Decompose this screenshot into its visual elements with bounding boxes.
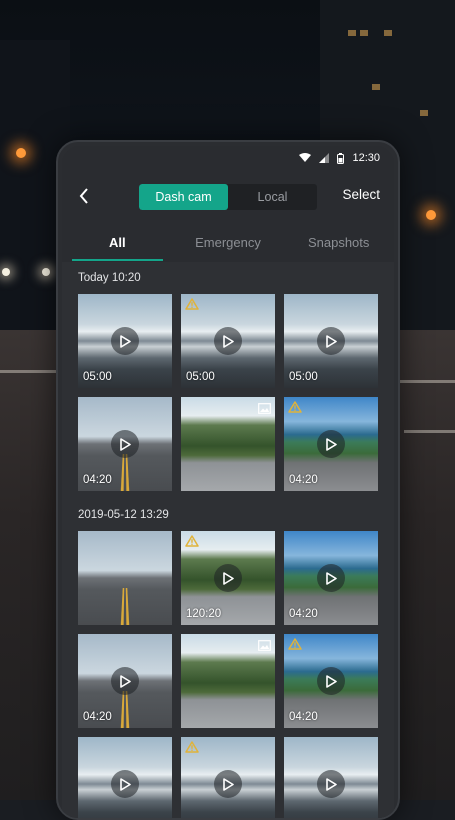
- video-duration: 05:00: [83, 371, 112, 383]
- group-date-header: Today 10:20: [78, 272, 141, 284]
- media-thumbnail[interactable]: [284, 737, 378, 818]
- filter-tabs: All Emergency Snapshots: [62, 222, 394, 262]
- warning-icon: [288, 400, 302, 418]
- media-thumbnail[interactable]: 04:20: [284, 397, 378, 491]
- play-icon[interactable]: [317, 667, 345, 695]
- media-thumbnail[interactable]: [181, 737, 275, 818]
- play-icon[interactable]: [214, 770, 242, 798]
- play-icon[interactable]: [111, 327, 139, 355]
- video-duration: 05:00: [186, 371, 215, 383]
- top-bar: Dash cam Local Select: [62, 170, 394, 222]
- media-thumbnail[interactable]: [181, 634, 275, 728]
- media-list[interactable]: Today 10:20 05:00 05:00 05:00 04:20 04:20 2019…: [62, 262, 394, 818]
- back-button[interactable]: [72, 182, 96, 210]
- play-icon[interactable]: [214, 327, 242, 355]
- play-icon[interactable]: [317, 564, 345, 592]
- media-thumbnail[interactable]: 04:20: [78, 397, 172, 491]
- tab-snapshots[interactable]: Snapshots: [283, 222, 394, 262]
- play-icon[interactable]: [111, 667, 139, 695]
- media-thumbnail[interactable]: 04:20: [78, 634, 172, 728]
- segment-local[interactable]: Local: [228, 184, 317, 210]
- media-thumbnail[interactable]: [78, 531, 172, 625]
- thumbnail-image: [78, 531, 172, 625]
- play-icon[interactable]: [111, 770, 139, 798]
- media-grid: 05:00 05:00 05:00 04:20 04:20: [62, 294, 394, 491]
- battery-icon: [337, 152, 345, 164]
- warning-icon: [185, 534, 199, 552]
- group-date-header: 2019-05-12 13:29: [78, 509, 169, 521]
- media-thumbnail[interactable]: 05:00: [78, 294, 172, 388]
- media-thumbnail[interactable]: 05:00: [284, 294, 378, 388]
- video-duration: 05:00: [289, 371, 318, 383]
- source-segmented-control: Dash cam Local: [139, 184, 317, 210]
- media-grid: 120:20 04:20 04:20 04:20: [62, 531, 394, 818]
- video-duration: 120:20: [186, 608, 222, 620]
- warning-icon: [185, 740, 199, 758]
- tab-all[interactable]: All: [62, 222, 173, 262]
- video-duration: 04:20: [289, 711, 318, 723]
- play-icon[interactable]: [317, 770, 345, 798]
- chevron-left-icon: [79, 188, 88, 204]
- media-thumbnail[interactable]: 05:00: [181, 294, 275, 388]
- segment-dash-cam[interactable]: Dash cam: [139, 184, 228, 210]
- app-screen: 12:30 Dash cam Local Select All Emergenc…: [62, 146, 394, 818]
- video-duration: 04:20: [83, 474, 112, 486]
- status-bar: 12:30: [62, 146, 394, 170]
- media-thumbnail[interactable]: 04:20: [284, 634, 378, 728]
- select-button[interactable]: Select: [342, 187, 380, 202]
- play-icon[interactable]: [317, 327, 345, 355]
- tab-emergency[interactable]: Emergency: [173, 222, 284, 262]
- play-icon[interactable]: [111, 430, 139, 458]
- photo-icon: [258, 638, 271, 656]
- photo-icon: [258, 401, 271, 419]
- warning-icon: [288, 637, 302, 655]
- status-time: 12:30: [352, 152, 380, 164]
- phone-frame: 12:30 Dash cam Local Select All Emergenc…: [56, 140, 400, 820]
- play-icon[interactable]: [214, 564, 242, 592]
- video-duration: 04:20: [289, 474, 318, 486]
- signal-icon: [319, 153, 330, 163]
- media-thumbnail[interactable]: 120:20: [181, 531, 275, 625]
- video-duration: 04:20: [289, 608, 318, 620]
- media-thumbnail[interactable]: [181, 397, 275, 491]
- play-icon[interactable]: [317, 430, 345, 458]
- video-duration: 04:20: [83, 711, 112, 723]
- media-thumbnail[interactable]: [78, 737, 172, 818]
- warning-icon: [185, 297, 199, 315]
- media-thumbnail[interactable]: 04:20: [284, 531, 378, 625]
- wifi-icon: [299, 153, 312, 163]
